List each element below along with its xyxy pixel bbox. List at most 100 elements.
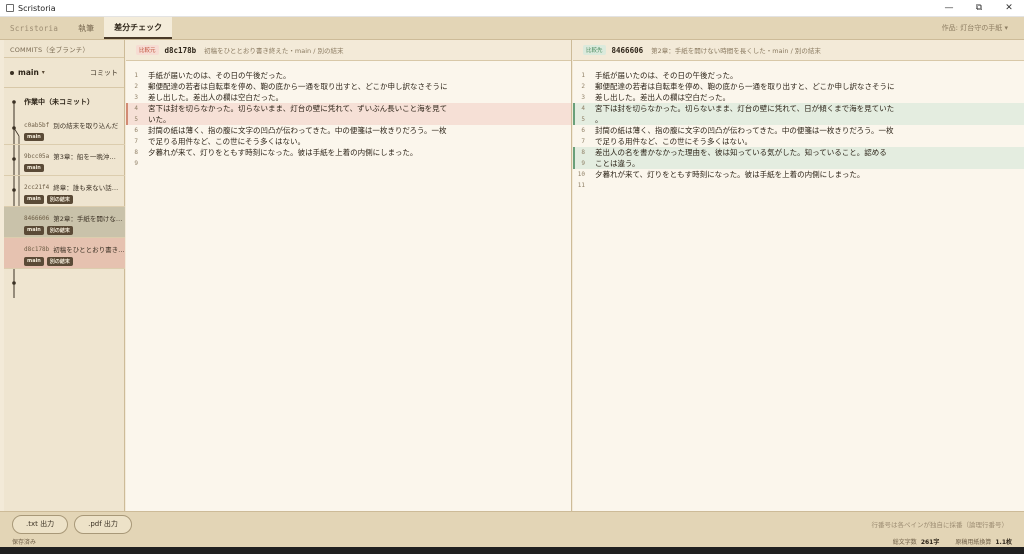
line-text: 差し出した。差出人の欄は空白だった。 bbox=[595, 93, 730, 102]
branch-dot-icon bbox=[10, 70, 14, 75]
commit-hash: c0ab5bf bbox=[24, 121, 50, 129]
line-text: 宮下は封を切らなかった。切らないまま、灯台の壁に凭れて、日が傾くまで海を見ていた bbox=[595, 104, 895, 113]
minimize-button[interactable]: — bbox=[934, 0, 964, 17]
pane-header: 比較元 d8c178b 初稿をひととおり書き終えた・main / 別の結末 bbox=[126, 40, 571, 61]
added-line: 5。 bbox=[573, 114, 1024, 125]
source-hash: d8c178b bbox=[164, 45, 197, 55]
export-pdf-button[interactable]: .pdf 出力 bbox=[74, 514, 132, 534]
footer-bar: .txt 出力 .pdf 出力 行番号は各ペインが独自に採番（論理行番号） bbox=[0, 511, 1024, 536]
line-number: 11 bbox=[577, 182, 585, 189]
diff-line: 3 差し出した。差出人の欄は空白だった。 bbox=[126, 92, 571, 103]
diff-line: 7 で足りる用件など、この世にそう多くはない。 bbox=[573, 136, 1024, 147]
commits-header: COMMITS（全ブランチ） bbox=[4, 40, 124, 58]
diff-line: 1 手紙が届いたのは、その日の午後だった。 bbox=[573, 70, 1024, 81]
graph-node bbox=[12, 281, 16, 285]
line-number: 6 bbox=[134, 127, 138, 134]
line-number: 1 bbox=[581, 72, 585, 79]
line-text: 封筒の紙は薄く、指の腹に文字の凹凸が伝わってきた。中の便箋は一枚きりだろう。一枚 bbox=[148, 126, 447, 135]
branch-badge: main bbox=[24, 257, 44, 266]
line-number: 2 bbox=[581, 83, 585, 90]
line-number-note: 行番号は各ペインが独自に採番（論理行番号） bbox=[871, 521, 1009, 529]
line-text: 宮下は封を切らなかった。切らないまま、灯台の壁に凭れて、ずいぶん長いこと海を見て bbox=[148, 104, 448, 113]
line-number: 6 bbox=[581, 127, 585, 134]
line-number: 10 bbox=[577, 171, 585, 178]
commit-message: 第2章：手紙を開けな… bbox=[53, 215, 123, 223]
commit-item-selected-source[interactable]: d8c178b 初稿をひととおり書き… main 別の結末 bbox=[4, 238, 125, 269]
source-tag: 比較元 bbox=[136, 45, 159, 55]
line-number: 3 bbox=[134, 94, 138, 101]
diff-line: 6 封筒の紙は薄く、指の腹に文字の凹凸が伝わってきた。中の便箋は一枚きりだろう。一… bbox=[126, 125, 571, 136]
line-text: いた。 bbox=[148, 115, 171, 124]
title-bar: Scristoria — ⧉ ✕ bbox=[0, 0, 1024, 17]
deleted-line: 5 いた。 bbox=[126, 114, 571, 125]
commit-hash: 9bcc05a bbox=[24, 152, 50, 160]
branch-badge: main bbox=[24, 226, 44, 235]
source-message: 初稿をひととおり書き終えた・main / 別の結末 bbox=[204, 47, 344, 55]
line-number: 3 bbox=[581, 94, 585, 101]
window-title: Scristoria bbox=[18, 3, 56, 13]
maximize-button[interactable]: ⧉ bbox=[964, 0, 994, 17]
line-number: 7 bbox=[581, 138, 585, 145]
line-number: 8 bbox=[134, 149, 138, 156]
work-selector[interactable]: 作品: 灯台守の手紙 ▾ bbox=[942, 17, 1024, 39]
line-text: 差し出した。差出人の欄は空白だった。 bbox=[148, 93, 283, 102]
diff-line: 10 夕暮れが来て、灯りをともす時刻になった。彼は手紙を上着の内側にしまった。 bbox=[573, 169, 1024, 180]
target-hash: 8466606 bbox=[611, 45, 644, 55]
taskbar-edge bbox=[0, 547, 1024, 554]
commit-item[interactable]: c0ab5bf 別の結末を取り込んだ main bbox=[4, 114, 125, 145]
app-icon bbox=[6, 4, 14, 12]
line-text: 夕暮れが来て、灯りをともす時刻になった。彼は手紙を上着の内側にしまった。 bbox=[595, 170, 865, 179]
status-bar: 保存済み 総文字数 261字 原稿用紙換算 1.1枚 bbox=[0, 536, 1024, 547]
tab-writing[interactable]: 執筆 bbox=[68, 17, 104, 39]
char-count-value: 261字 bbox=[920, 539, 940, 546]
line-text: で足りる用件など、この世にそう多くはない。 bbox=[595, 137, 752, 146]
added-line: 9 ことは違う。 bbox=[573, 158, 1024, 169]
tab-brand[interactable]: Scristoria bbox=[0, 17, 68, 39]
line-text: 。 bbox=[595, 115, 603, 124]
line-text: 差出人の名を書かなかった理由を、彼は知っている気がした。知っていること。認める bbox=[595, 148, 887, 157]
diff-line: 2 郵便配達の若者は自転車を停め、鞄の底から一通を取り出すと、どこか申し訳なさそう… bbox=[573, 81, 1024, 92]
branch-badge: 別の結末 bbox=[46, 226, 73, 235]
target-tag: 比較先 bbox=[583, 45, 606, 55]
commit-hash: d8c178b bbox=[24, 245, 50, 253]
line-text: 夕暮れが来て、灯りをともす時刻になった。彼は手紙を上着の内側にしまった。 bbox=[148, 148, 418, 157]
commit-item[interactable]: 2cc21f4 終章：誰も来ない話… main 別の結末 bbox=[4, 176, 125, 207]
diff-lines: 1 手紙が届いたのは、その日の午後だった。 2 郵便配達の若者は自転車を停め、鞄の底か… bbox=[126, 70, 571, 169]
line-number: 5 bbox=[134, 116, 138, 123]
deleted-line: 4 宮下は封を切らなかった。切らないまま、灯台の壁に凭れて、ずいぶん長いこと海を見… bbox=[126, 103, 571, 114]
line-number: 1 bbox=[134, 72, 138, 79]
diff-line: 3 差し出した。差出人の欄は空白だった。 bbox=[573, 92, 1024, 103]
close-button[interactable]: ✕ bbox=[994, 0, 1024, 17]
export-txt-button[interactable]: .txt 出力 bbox=[12, 514, 69, 534]
line-text: 手紙が届いたのは、その日の午後だった。 bbox=[595, 71, 738, 80]
line-text: 封筒の紙は薄く、指の腹に文字の凹凸が伝わってきた。中の便箋は一枚きりだろう。一枚 bbox=[595, 126, 894, 135]
commit-hash: 2cc21f4 bbox=[24, 183, 50, 191]
line-number: 4 bbox=[134, 105, 138, 112]
wip-item[interactable]: 作業中（未コミット） bbox=[4, 90, 125, 114]
line-text: 手紙が届いたのは、その日の午後だった。 bbox=[148, 71, 291, 80]
branch-row: main ▾ コミット bbox=[4, 58, 124, 88]
line-number: 7 bbox=[134, 138, 138, 145]
added-line: 4 宮下は封を切らなかった。切らないまま、灯台の壁に凭れて、日が傾くまで海を見てい… bbox=[573, 103, 1024, 114]
commit-message: 初稿をひととおり書き… bbox=[53, 246, 125, 254]
line-number: 5 bbox=[581, 116, 585, 123]
branch-selector[interactable]: main bbox=[18, 68, 39, 77]
commit-item[interactable]: 9bcc05a 第3章：船を一晩沖… main bbox=[4, 145, 125, 176]
commit-sidebar: COMMITS（全ブランチ） main ▾ コミット 作業中（未コミット） c0… bbox=[4, 40, 125, 511]
line-number: 4 bbox=[581, 105, 585, 112]
commit-item-selected-target[interactable]: 8466606 第2章：手紙を開けな… main 別の結末 bbox=[4, 207, 125, 238]
diff-pane-source: 比較元 d8c178b 初稿をひととおり書き終えた・main / 別の結末 1 手… bbox=[126, 40, 572, 511]
char-count-label: 総文字数 bbox=[892, 539, 917, 546]
page-count-label: 原稿用紙換算 bbox=[955, 539, 992, 546]
diff-line: 2 郵便配達の若者は自転車を停め、鞄の底から一通を取り出すと、どこか申し訳なさそう… bbox=[126, 81, 571, 92]
diff-pane-target: 比較先 8466606 第2章：手紙を開けない時間を長くした・main / 別の… bbox=[573, 40, 1024, 511]
line-number: 9 bbox=[134, 160, 138, 167]
chevron-down-icon[interactable]: ▾ bbox=[42, 69, 45, 76]
line-text: 郵便配達の若者は自転車を停め、鞄の底から一通を取り出すと、どこか申し訳なさそうに bbox=[148, 82, 448, 91]
line-number: 2 bbox=[134, 83, 138, 90]
window-controls: — ⧉ ✕ bbox=[934, 0, 1024, 17]
commit-hash: 8466606 bbox=[24, 214, 50, 222]
tab-diff-check[interactable]: 差分チェック bbox=[104, 17, 173, 39]
commit-button[interactable]: コミット bbox=[90, 68, 118, 78]
line-text: で足りる用件など、この世にそう多くはない。 bbox=[148, 137, 305, 146]
